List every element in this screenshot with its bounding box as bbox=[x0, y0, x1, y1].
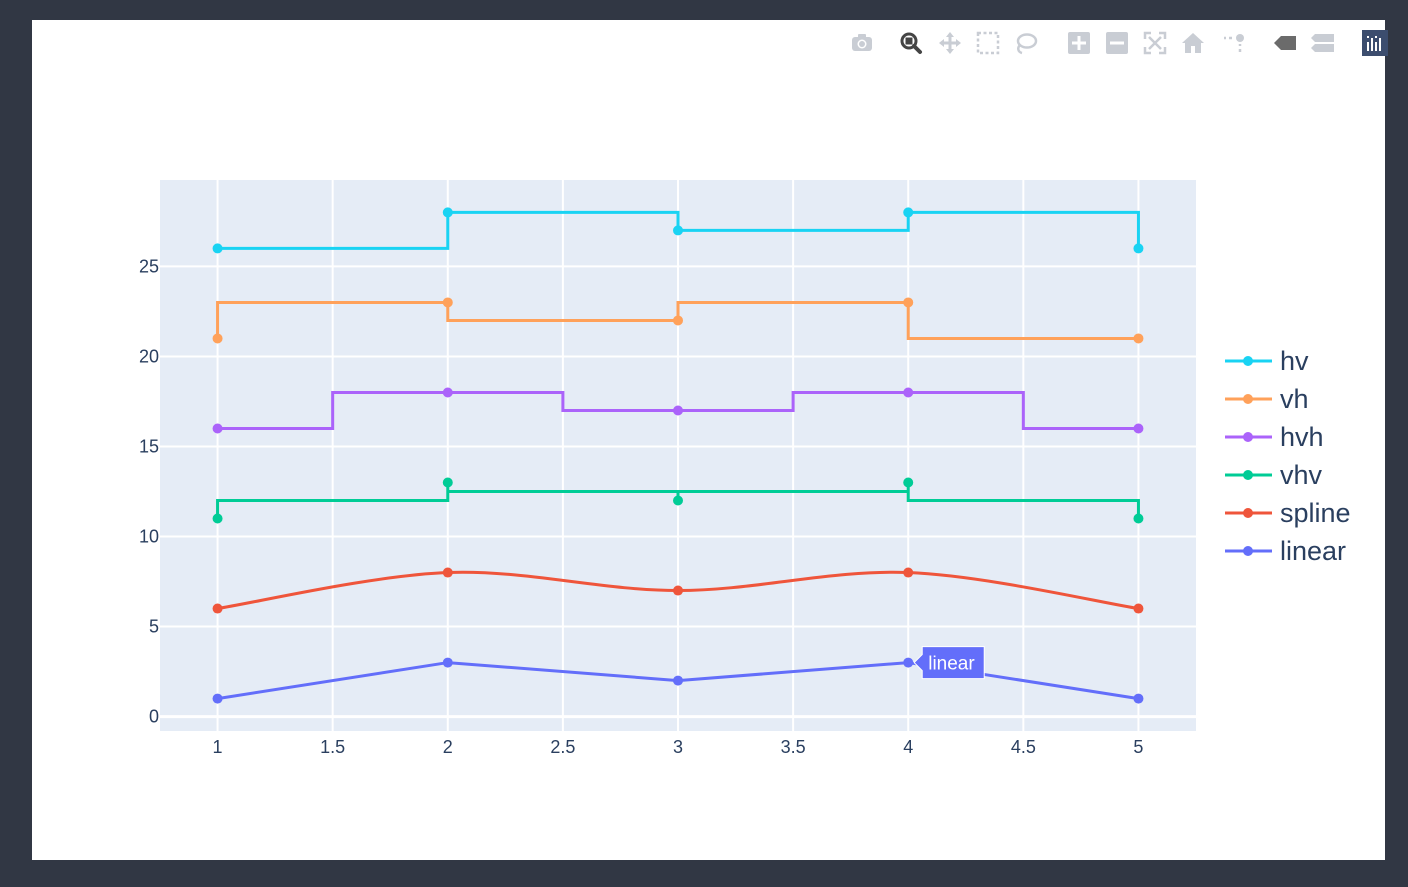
data-point-linear[interactable] bbox=[673, 675, 683, 686]
legend-item-spline[interactable]: spline bbox=[1225, 498, 1351, 528]
data-point-vh[interactable] bbox=[442, 297, 453, 308]
data-point-vh[interactable] bbox=[903, 297, 914, 308]
x-tick-label: 2 bbox=[443, 737, 453, 757]
x-tick-label: 1 bbox=[213, 737, 223, 757]
data-point-hvh[interactable] bbox=[1133, 423, 1144, 434]
data-point-vhv[interactable] bbox=[1133, 513, 1144, 524]
legend-label: linear bbox=[1280, 536, 1346, 566]
data-point-vhv[interactable] bbox=[903, 477, 914, 488]
data-point-hvh[interactable] bbox=[673, 405, 683, 416]
legend-item-vhv[interactable]: vhv bbox=[1225, 460, 1323, 490]
data-point-vh[interactable] bbox=[212, 333, 223, 344]
data-point-hvh[interactable] bbox=[212, 423, 223, 434]
data-point-spline[interactable] bbox=[1133, 603, 1144, 614]
data-point-vh[interactable] bbox=[1133, 333, 1144, 344]
data-point-vh[interactable] bbox=[673, 315, 683, 326]
legend-marker bbox=[1243, 470, 1253, 480]
legend-item-vh[interactable]: vh bbox=[1225, 384, 1309, 414]
hover-label: linear bbox=[913, 646, 985, 680]
legend-item-linear[interactable]: linear bbox=[1225, 536, 1346, 566]
x-tick-label: 2.5 bbox=[550, 737, 575, 757]
data-point-linear[interactable] bbox=[903, 657, 914, 668]
data-point-spline[interactable] bbox=[442, 567, 453, 578]
x-tick-label: 4.5 bbox=[1011, 737, 1036, 757]
data-point-spline[interactable] bbox=[212, 603, 223, 614]
legend-item-hvh[interactable]: hvh bbox=[1225, 422, 1324, 452]
legend-label: hv bbox=[1280, 346, 1309, 376]
x-tick-label: 1.5 bbox=[320, 737, 345, 757]
data-point-vhv[interactable] bbox=[442, 477, 453, 488]
data-point-linear[interactable] bbox=[1133, 693, 1144, 704]
legend-item-hv[interactable]: hv bbox=[1225, 346, 1309, 376]
data-point-spline[interactable] bbox=[903, 567, 914, 578]
x-tick-label: 3.5 bbox=[781, 737, 806, 757]
data-point-spline[interactable] bbox=[673, 585, 683, 596]
data-point-hvh[interactable] bbox=[903, 387, 914, 398]
x-tick-label: 4 bbox=[903, 737, 913, 757]
plot-container: Download plot as a pngZoomPanBox SelectL… bbox=[32, 20, 1388, 860]
hover-label-text: linear bbox=[928, 654, 975, 675]
y-tick-label: 5 bbox=[149, 617, 159, 637]
data-point-vhv[interactable] bbox=[673, 495, 683, 506]
legend-label: spline bbox=[1280, 498, 1351, 528]
legend-marker bbox=[1243, 432, 1253, 442]
data-point-hv[interactable] bbox=[212, 243, 223, 254]
data-point-hvh[interactable] bbox=[442, 387, 453, 398]
data-point-vhv[interactable] bbox=[212, 513, 223, 524]
y-tick-label: 10 bbox=[139, 527, 159, 547]
data-point-hv[interactable] bbox=[442, 207, 453, 218]
legend-marker bbox=[1243, 546, 1253, 556]
y-tick-label: 0 bbox=[149, 707, 159, 727]
data-point-hv[interactable] bbox=[903, 207, 914, 218]
chart[interactable]: 1 1.5 2 2.5 3 3.5 4 4.5 5 0 5 10 15 20 25 linear hv vh hvh… bbox=[32, 20, 1385, 860]
data-point-linear[interactable] bbox=[442, 657, 453, 668]
y-tick-label: 20 bbox=[139, 346, 159, 366]
data-point-hv[interactable] bbox=[673, 225, 683, 236]
x-axis: 1 1.5 2 2.5 3 3.5 4 4.5 5 bbox=[213, 737, 1144, 757]
legend-marker bbox=[1243, 356, 1253, 366]
legend-marker bbox=[1243, 508, 1253, 518]
legend: hv vh hvh vhv spline linear bbox=[1225, 346, 1351, 566]
legend-label: vh bbox=[1280, 384, 1309, 414]
data-point-linear[interactable] bbox=[212, 693, 223, 704]
y-axis: 0 5 10 15 20 25 bbox=[139, 256, 159, 726]
y-tick-label: 25 bbox=[139, 256, 159, 276]
x-tick-label: 5 bbox=[1133, 737, 1143, 757]
legend-label: vhv bbox=[1280, 460, 1323, 490]
x-tick-label: 3 bbox=[673, 737, 683, 757]
data-point-hv[interactable] bbox=[1133, 243, 1144, 254]
legend-label: hvh bbox=[1280, 422, 1324, 452]
legend-marker bbox=[1243, 394, 1253, 404]
y-tick-label: 15 bbox=[139, 436, 159, 456]
